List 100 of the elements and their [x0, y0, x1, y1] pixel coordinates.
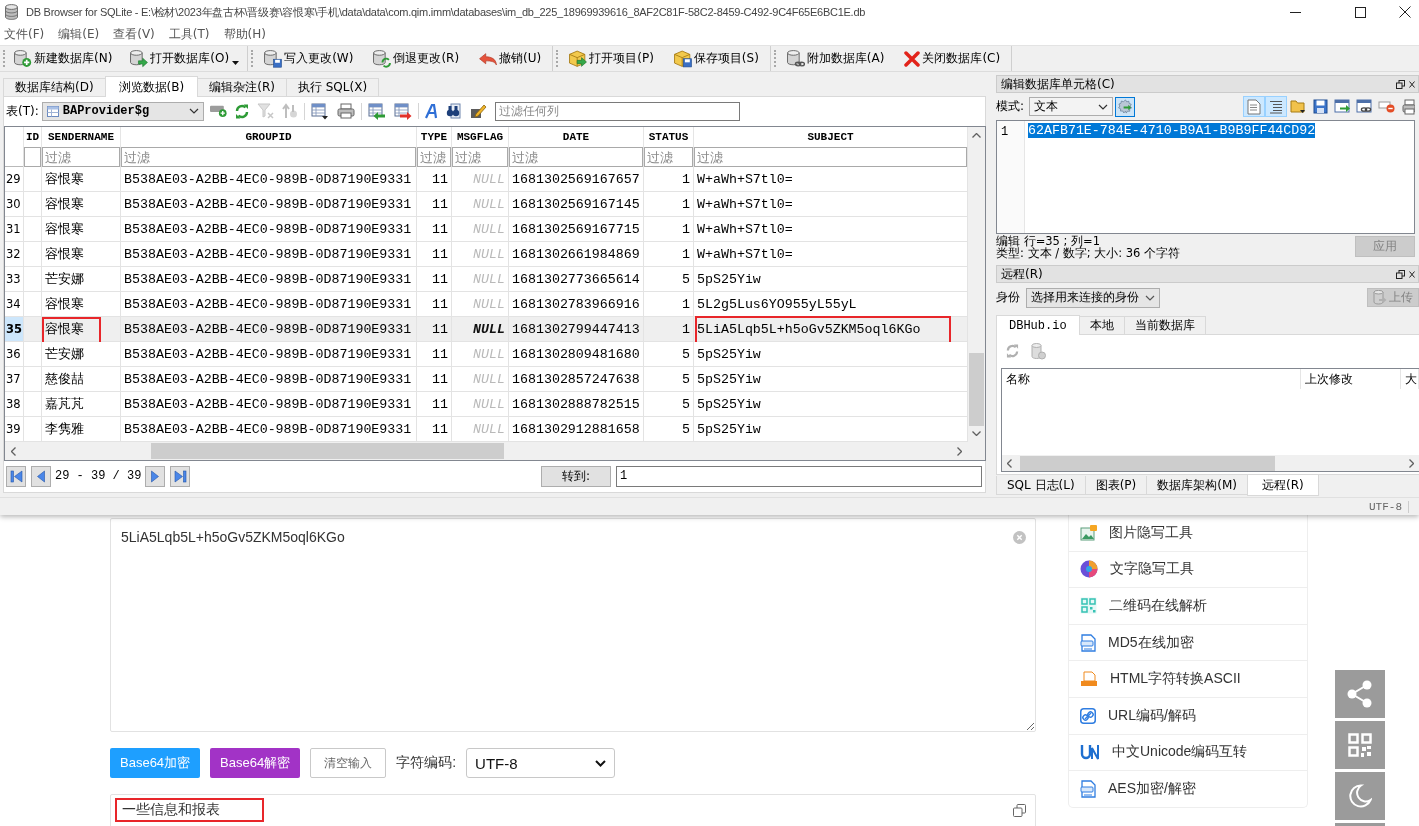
- maximize-icon[interactable]: [1355, 6, 1366, 18]
- chevron-right-icon[interactable]: [957, 446, 962, 456]
- charset-select[interactable]: UTF-8: [466, 748, 616, 778]
- row-number[interactable]: 34: [5, 292, 24, 317]
- binoculars-icon[interactable]: [445, 103, 462, 119]
- row-number[interactable]: 32: [5, 242, 24, 267]
- tab[interactable]: 编辑杂注(R): [197, 78, 287, 96]
- filter-field[interactable]: [24, 147, 41, 167]
- toolbar-button[interactable]: 打开数据库(O): [127, 47, 233, 70]
- toolbar-button[interactable]: 关闭数据库(C): [901, 47, 1004, 70]
- menu-item[interactable]: 文件(F): [4, 26, 45, 43]
- chevron-down-icon[interactable]: [972, 431, 981, 436]
- chevron-right-icon[interactable]: [1409, 458, 1414, 468]
- tab[interactable]: 浏览数据(B): [104, 76, 199, 97]
- float-icon[interactable]: [1396, 269, 1405, 279]
- close-icon[interactable]: [1409, 80, 1415, 88]
- mode-dropdown[interactable]: 文本: [1029, 97, 1114, 116]
- refresh-icon[interactable]: [234, 103, 249, 119]
- table-dropdown[interactable]: BAProvider$g: [41, 101, 204, 121]
- printer-icon[interactable]: [336, 103, 355, 119]
- toolbar-button[interactable]: 新建数据库(N): [11, 47, 116, 70]
- goto-field[interactable]: 1: [616, 465, 982, 487]
- tab[interactable]: 图表(P): [1084, 476, 1148, 495]
- filter-field[interactable]: 过滤: [121, 147, 416, 167]
- chevron-left-icon[interactable]: [11, 446, 16, 456]
- copy-icon[interactable]: [1013, 804, 1026, 817]
- input-field[interactable]: 5LiA5Lqb5L+h5oGv5ZKM5oql6KGo: [110, 518, 1036, 732]
- close-icon[interactable]: [1409, 270, 1415, 278]
- file-list[interactable]: 名称 上次修改 大: [1001, 368, 1419, 472]
- identity-dropdown[interactable]: 选择用来连接的身份: [1026, 287, 1160, 308]
- tab[interactable]: 当前数据库: [1123, 316, 1206, 334]
- action-button[interactable]: Base64解密: [210, 748, 301, 778]
- tab[interactable]: 远程(R): [1246, 475, 1319, 496]
- scrollbar-thumb[interactable]: [969, 353, 984, 426]
- row-number[interactable]: 31: [5, 217, 24, 242]
- row-number[interactable]: 38: [5, 392, 24, 417]
- tab[interactable]: SQL 日志(L): [996, 476, 1086, 495]
- scrollbar[interactable]: [968, 127, 985, 442]
- share-button[interactable]: [1335, 670, 1385, 718]
- previous-page-button[interactable]: [31, 465, 51, 487]
- scrollbar-thumb[interactable]: [151, 443, 504, 459]
- caret-icon[interactable]: [232, 61, 240, 65]
- pencil-icon[interactable]: [469, 103, 487, 119]
- filter-field[interactable]: 过滤任何列: [494, 101, 740, 121]
- tool-link[interactable]: URL编码/解码: [1108, 706, 1196, 725]
- next-page-button[interactable]: [145, 465, 166, 487]
- menu-item[interactable]: 工具(T): [168, 26, 210, 43]
- output-field[interactable]: 一些信息和报表: [110, 794, 1036, 826]
- goto-button[interactable]: 转到:: [541, 465, 611, 487]
- table-arrow-icon[interactable]: [393, 102, 412, 120]
- table-arrow-icon[interactable]: [367, 102, 386, 120]
- filter-field[interactable]: 过滤: [694, 147, 967, 167]
- bar-plus-icon[interactable]: [209, 104, 227, 118]
- filter-field[interactable]: 过滤: [417, 147, 451, 167]
- tool-link[interactable]: 图片隐写工具: [1109, 523, 1193, 542]
- scrollbar[interactable]: [1002, 455, 1419, 471]
- close-icon[interactable]: [1399, 6, 1411, 18]
- tool-link[interactable]: 二维码在线解析: [1109, 597, 1207, 615]
- action-button[interactable]: 清空输入: [310, 748, 387, 778]
- filter-field[interactable]: 过滤: [42, 147, 120, 167]
- filter-field[interactable]: 过滤: [452, 147, 508, 167]
- tab[interactable]: 执行 SQL(X): [285, 78, 380, 96]
- tool-link[interactable]: 文字隐写工具: [1110, 560, 1194, 579]
- toolbar-button[interactable]: 撤销(U): [476, 47, 545, 70]
- first-page-button[interactable]: [6, 465, 26, 487]
- column-header[interactable]: 上次修改: [1301, 369, 1401, 389]
- minimize-icon[interactable]: [1290, 11, 1301, 13]
- table-icon[interactable]: [310, 102, 329, 120]
- cell-editor[interactable]: 1 62AFB71E-784E-4710-B9A1-B9B9FF44CD92: [996, 120, 1415, 234]
- toolbar-button[interactable]: [1265, 96, 1287, 117]
- column-header[interactable]: 大: [1401, 369, 1419, 389]
- font-icon[interactable]: [424, 103, 438, 119]
- row-number[interactable]: 36: [5, 342, 24, 367]
- scrollbar-thumb[interactable]: [1020, 455, 1275, 471]
- row-number[interactable]: 39: [5, 417, 24, 442]
- tab[interactable]: 数据库架构(M): [1146, 476, 1248, 495]
- tool-link[interactable]: 中文Unicode编码互转: [1112, 743, 1248, 762]
- filter-field[interactable]: 过滤: [644, 147, 693, 167]
- row-number[interactable]: 35: [5, 317, 24, 342]
- menu-item[interactable]: 查看(V): [113, 26, 155, 43]
- tool-link[interactable]: MD5在线加密: [1108, 633, 1194, 652]
- row-number[interactable]: 33: [5, 267, 24, 292]
- tool-link[interactable]: AES加密/解密: [1108, 780, 1196, 799]
- toolbar-button[interactable]: 写入更改(W): [261, 47, 357, 70]
- dark-mode-button[interactable]: [1335, 772, 1385, 820]
- menu-item[interactable]: 帮助(H): [223, 26, 266, 43]
- float-icon[interactable]: [1396, 79, 1405, 89]
- tool-link[interactable]: HTML字符转换ASCII: [1110, 670, 1241, 689]
- toolbar-button[interactable]: 打开项目(P): [566, 47, 657, 70]
- row-number[interactable]: 29: [5, 167, 24, 192]
- auto-mode-button[interactable]: [1115, 96, 1136, 117]
- chevron-left-icon[interactable]: [1007, 458, 1012, 468]
- toolbar-button[interactable]: 保存项目(S): [670, 47, 762, 70]
- tab[interactable]: DBHub.io: [996, 315, 1080, 335]
- toolbar-button[interactable]: 倒退更改(R): [370, 47, 463, 70]
- chevron-up-icon[interactable]: [972, 133, 981, 138]
- tab[interactable]: 本地: [1078, 316, 1125, 334]
- qr-code-button[interactable]: [1335, 721, 1385, 769]
- row-number[interactable]: 37: [5, 367, 24, 392]
- row-number[interactable]: 30: [5, 192, 24, 217]
